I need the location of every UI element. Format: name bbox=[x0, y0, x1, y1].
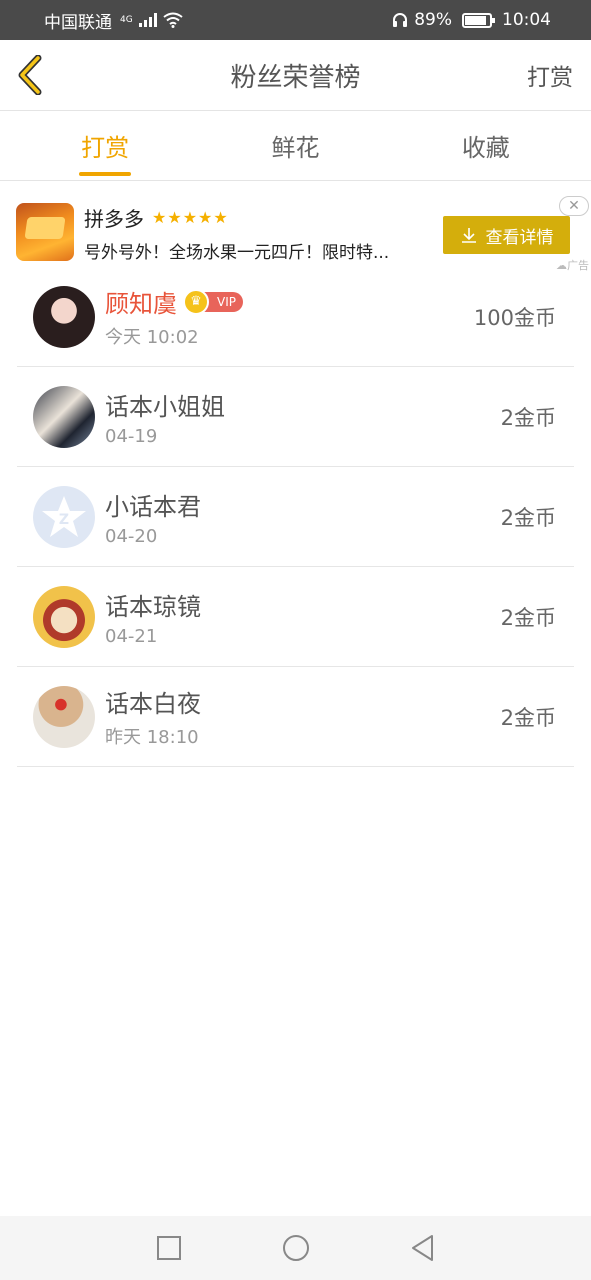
star-rating-icon: ★★★★★ bbox=[152, 208, 229, 227]
tab-reward[interactable]: 打赏 bbox=[10, 111, 200, 180]
entry-amount: 2金币 bbox=[500, 605, 556, 630]
ad-tag: ☁广告 bbox=[556, 259, 589, 272]
entry-amount: 2金币 bbox=[500, 705, 556, 730]
chevron-left-icon bbox=[18, 55, 42, 95]
list-item[interactable]: 话本小姐姐 04-19 2金币 bbox=[17, 367, 574, 467]
headphones-icon bbox=[393, 13, 408, 27]
name-row: 顾知虞 ♛ VIP bbox=[105, 284, 474, 319]
name-row: 话本白夜 bbox=[105, 684, 501, 719]
signal-icon bbox=[138, 13, 157, 27]
circle-icon bbox=[282, 1235, 309, 1261]
ad-details-button[interactable]: 查看详情 bbox=[443, 216, 570, 254]
entry-info: 话本白夜 昨天 18:10 bbox=[105, 684, 501, 749]
recents-button[interactable] bbox=[156, 1235, 182, 1261]
battery-icon bbox=[462, 12, 495, 28]
svg-text:Z: Z bbox=[59, 512, 69, 528]
tab-flowers[interactable]: 鲜花 bbox=[200, 111, 390, 180]
entry-info: 顾知虞 ♛ VIP 今天 10:02 bbox=[105, 284, 474, 349]
ad-button-label: 查看详情 bbox=[485, 227, 554, 248]
avatar bbox=[33, 285, 95, 348]
list-item[interactable]: 话本琼镜 04-21 2金币 bbox=[17, 567, 574, 667]
user-name: 话本小姐姐 bbox=[105, 392, 225, 421]
tab-label: 鲜花 bbox=[271, 134, 320, 162]
carrier-label: 中国联通 bbox=[44, 12, 112, 33]
user-name: 小话本君 bbox=[105, 492, 201, 521]
ad-thumbnail bbox=[16, 203, 74, 261]
list-item[interactable]: 话本白夜 昨天 18:10 2金币 bbox=[17, 667, 574, 767]
entry-amount: 100金币 bbox=[473, 305, 556, 330]
home-button[interactable] bbox=[282, 1234, 310, 1262]
avatar bbox=[33, 585, 95, 648]
avatar bbox=[33, 385, 95, 448]
close-icon[interactable]: ✕ bbox=[559, 196, 589, 216]
tab-collect[interactable]: 收藏 bbox=[391, 111, 581, 180]
reward-button[interactable]: 打赏 bbox=[527, 58, 573, 92]
status-bar: 中国联通 4G 89% 10:04 bbox=[0, 0, 591, 40]
clock: 10:04 bbox=[502, 10, 551, 30]
triangle-back-icon bbox=[411, 1235, 433, 1261]
status-left: 中国联通 4G bbox=[44, 8, 183, 33]
entry-amount: 2金币 bbox=[500, 405, 556, 430]
tab-label: 收藏 bbox=[461, 134, 510, 162]
user-name: 顾知虞 bbox=[105, 290, 177, 318]
star-icon: Z bbox=[42, 495, 86, 537]
crown-icon: ♛ bbox=[183, 288, 209, 315]
entry-info: 话本小姐姐 04-19 bbox=[105, 387, 501, 447]
tab-underline bbox=[79, 172, 132, 176]
ad-banner[interactable]: 拼多多 ★★★★★ 号外号外！全场水果一元四斤！限时特... 查看详情 ✕ ☁广… bbox=[0, 181, 591, 272]
download-icon bbox=[461, 228, 476, 243]
entry-info: 小话本君 04-20 bbox=[105, 487, 501, 547]
entry-time: 今天 10:02 bbox=[105, 327, 199, 348]
status-right: 89% 10:04 bbox=[392, 10, 551, 30]
avatar bbox=[33, 685, 95, 748]
entry-amount: 2金币 bbox=[500, 505, 556, 530]
list-item[interactable]: Z 小话本君 04-20 2金币 bbox=[17, 467, 574, 567]
list-item[interactable]: 顾知虞 ♛ VIP 今天 10:02 100金币 bbox=[17, 267, 574, 367]
ad-app-name: 拼多多 bbox=[84, 207, 144, 231]
user-name: 话本白夜 bbox=[105, 690, 201, 718]
system-nav-bar bbox=[0, 1216, 591, 1280]
name-row: 话本琼镜 bbox=[105, 587, 501, 622]
entry-time: 04-19 bbox=[105, 425, 158, 447]
avatar: Z bbox=[33, 485, 95, 548]
tab-label: 打赏 bbox=[81, 134, 130, 162]
tab-bar: 打赏 鲜花 收藏 bbox=[0, 111, 591, 181]
entry-time: 昨天 18:10 bbox=[105, 727, 199, 748]
battery-percent: 89% bbox=[414, 10, 452, 30]
square-icon bbox=[156, 1236, 181, 1260]
user-name: 话本琼镜 bbox=[105, 592, 201, 621]
back-nav-button[interactable] bbox=[410, 1234, 436, 1262]
page-title: 粉丝荣誉榜 bbox=[230, 62, 361, 93]
fan-list: 顾知虞 ♛ VIP 今天 10:02 100金币 话本小姐姐 04-19 2金币 … bbox=[0, 267, 591, 767]
vip-badge: ♛ VIP bbox=[183, 288, 243, 315]
entry-info: 话本琼镜 04-21 bbox=[105, 587, 501, 647]
entry-time: 04-20 bbox=[105, 525, 158, 547]
wifi-icon bbox=[163, 12, 183, 28]
back-button[interactable] bbox=[16, 53, 50, 97]
nav-bar: 粉丝荣誉榜 打赏 bbox=[0, 40, 591, 111]
entry-time: 04-21 bbox=[105, 625, 158, 647]
network-type: 4G bbox=[120, 15, 133, 25]
name-row: 小话本君 bbox=[105, 487, 501, 522]
name-row: 话本小姐姐 bbox=[105, 387, 501, 422]
